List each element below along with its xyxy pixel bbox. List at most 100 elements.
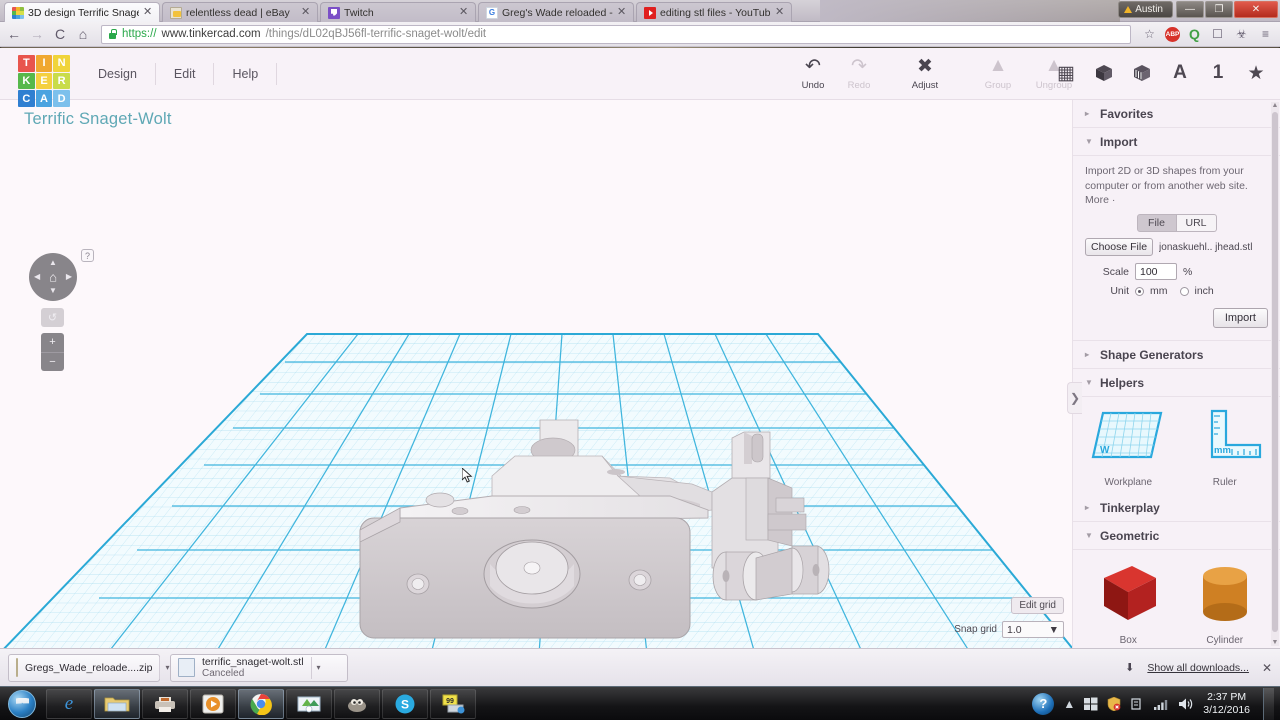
scribble-icon[interactable] xyxy=(1130,60,1154,86)
nav-left-arrow-icon[interactable]: ◀ xyxy=(34,273,40,281)
help-tray-icon[interactable]: ? xyxy=(1032,692,1055,715)
menu-help[interactable]: Help xyxy=(214,63,278,85)
tinkercad-logo[interactable]: T I N K E R C A D xyxy=(18,55,70,107)
tab-close-icon[interactable]: ✕ xyxy=(301,7,311,18)
unit-mm-radio[interactable] xyxy=(1135,286,1144,296)
browser-tab-4[interactable]: editing stl files - YouTube ✕ xyxy=(636,2,792,22)
show-all-downloads-link[interactable]: Show all downloads... xyxy=(1147,662,1249,674)
sidebar-scrollbar[interactable]: ▲ ▼ xyxy=(1271,102,1279,646)
text-a-icon[interactable]: A xyxy=(1168,60,1192,86)
home-icon[interactable]: ⌂ xyxy=(75,27,91,41)
taskbar-skype[interactable]: S xyxy=(382,688,428,719)
windows-flag-icon[interactable] xyxy=(1084,697,1098,711)
number-one-icon[interactable]: 1 xyxy=(1206,60,1230,86)
zoom-out-button[interactable]: − xyxy=(41,353,64,372)
taskbar-gimp[interactable] xyxy=(334,688,380,719)
scrollbar-thumb[interactable] xyxy=(1272,112,1278,632)
show-desktop-button[interactable] xyxy=(1263,687,1274,720)
favorite-star-icon[interactable]: ★ xyxy=(1244,60,1268,86)
sidebar-section-favorites[interactable]: ▸ Favorites xyxy=(1073,100,1280,128)
action-center-icon[interactable] xyxy=(1130,697,1144,711)
adjust-button[interactable]: ✖ Adjust xyxy=(902,54,948,92)
tab-close-icon[interactable]: ✕ xyxy=(143,7,153,18)
sidebar-section-tinkerplay[interactable]: ▸ Tinkerplay xyxy=(1073,494,1280,522)
adblock-icon[interactable]: ABP xyxy=(1165,26,1180,42)
tab-close-icon[interactable]: ✕ xyxy=(459,7,469,18)
panel-collapse-chevron-icon[interactable]: ❯ xyxy=(1067,382,1082,414)
group-button[interactable]: ▲ Group xyxy=(970,54,1026,91)
helper-item-workplane[interactable]: W Workplane xyxy=(1083,407,1174,488)
browser-tab-0[interactable]: 3D design Terrific Snaget- ✕ xyxy=(4,2,160,22)
home-view-icon[interactable]: ⌂ xyxy=(49,271,57,284)
grid-view-icon[interactable]: ▦ xyxy=(1054,60,1078,86)
close-download-shelf-icon[interactable]: ✕ xyxy=(1262,661,1272,675)
security-alert-icon[interactable] xyxy=(1107,696,1121,711)
taskbar-internet-explorer[interactable]: e xyxy=(46,688,92,719)
scale-input[interactable]: 100 xyxy=(1135,263,1177,280)
shape-item-box[interactable]: Box xyxy=(1083,560,1174,646)
nav-down-arrow-icon[interactable]: ▼ xyxy=(49,287,57,295)
browser-tab-2[interactable]: Twitch ✕ xyxy=(320,2,476,22)
help-question-icon[interactable]: ? xyxy=(81,249,94,262)
sidebar-section-helpers[interactable]: ▼ Helpers xyxy=(1073,369,1280,397)
tab-close-icon[interactable]: ✕ xyxy=(775,7,785,18)
import-tab-url[interactable]: URL xyxy=(1176,214,1217,232)
taskbar-media-player[interactable] xyxy=(190,688,236,719)
screencast-icon[interactable]: ☐ xyxy=(1209,26,1226,43)
menu-edit[interactable]: Edit xyxy=(156,63,215,85)
3d-model-extruder-mount[interactable] xyxy=(340,418,860,648)
undo-button[interactable]: ↶ Undo xyxy=(790,54,836,92)
q-extension-icon[interactable]: Q xyxy=(1187,26,1202,42)
chrome-menu-icon[interactable]: ≡ xyxy=(1257,26,1274,43)
taskbar-printer[interactable] xyxy=(142,688,188,719)
taskbar-hp-utility[interactable] xyxy=(286,688,332,719)
download-item-1[interactable]: terrific_snaget-wolt.stl Canceled ▾ xyxy=(170,653,348,682)
taskbar-notes-app[interactable]: 99 xyxy=(430,688,476,719)
solid-cube-icon[interactable] xyxy=(1092,60,1116,86)
browser-tab-3[interactable]: Greg's Wade reloaded - G ✕ xyxy=(478,2,634,22)
forward-icon[interactable]: → xyxy=(29,27,45,41)
address-bar[interactable]: https:// www.tinkercad.com/things/dL02qBJ… xyxy=(101,24,1131,44)
sidebar-section-geometric[interactable]: ▼ Geometric xyxy=(1073,522,1280,550)
fit-view-button[interactable]: ↺ xyxy=(41,308,64,327)
view-navigation-pad[interactable]: ▲ ▼ ◀ ▶ ⌂ xyxy=(29,253,77,301)
edit-grid-button[interactable]: Edit grid xyxy=(1011,597,1064,614)
scroll-up-arrow-icon[interactable]: ▲ xyxy=(1271,102,1279,109)
reload-icon[interactable]: C xyxy=(52,27,68,41)
redo-button[interactable]: ↷ Redo xyxy=(836,54,882,92)
start-button[interactable] xyxy=(0,688,44,720)
download-item-0[interactable]: Gregs_Wade_reloade....zip ▾ xyxy=(8,653,169,682)
3d-viewport[interactable]: ▲ ▼ ◀ ▶ ⌂ ? ↺ + − Edit grid Snap grid 1.… xyxy=(0,100,1072,648)
helper-item-ruler[interactable]: mm Ruler xyxy=(1180,407,1271,488)
download-menu-caret-icon[interactable]: ▾ xyxy=(310,656,321,679)
taskbar-file-explorer[interactable] xyxy=(94,688,140,719)
minimize-button[interactable]: — xyxy=(1176,1,1204,18)
sidebar-section-import[interactable]: ▼ Import xyxy=(1073,128,1280,156)
maximize-button[interactable]: ❐ xyxy=(1205,1,1233,18)
taskbar-clock[interactable]: 2:37 PM 3/12/2016 xyxy=(1203,691,1250,717)
bookmark-star-icon[interactable]: ☆ xyxy=(1141,26,1158,43)
tab-close-icon[interactable]: ✕ xyxy=(617,7,627,18)
volume-icon[interactable] xyxy=(1178,697,1194,711)
browser-tab-1[interactable]: relentless dead | eBay ✕ xyxy=(162,2,318,22)
import-tab-file[interactable]: File xyxy=(1136,214,1177,232)
choose-file-button[interactable]: Choose File xyxy=(1085,238,1154,256)
taskbar-chrome[interactable] xyxy=(238,688,284,719)
sidebar-section-shape-generators[interactable]: ▸ Shape Generators xyxy=(1073,341,1280,369)
user-account-button[interactable]: Austin xyxy=(1118,1,1173,18)
show-hidden-icons-arrow[interactable]: ▲ xyxy=(1063,697,1075,711)
import-more-link[interactable]: More · xyxy=(1085,194,1268,206)
menu-design[interactable]: Design xyxy=(80,63,156,85)
shape-item-cylinder[interactable]: Cylinder xyxy=(1180,560,1271,646)
unit-inch-radio[interactable] xyxy=(1179,286,1189,296)
zoom-in-button[interactable]: + xyxy=(41,333,64,353)
snap-grid-select[interactable]: 1.0 ▼ xyxy=(1002,621,1064,638)
import-button[interactable]: Import xyxy=(1212,308,1268,328)
network-icon[interactable] xyxy=(1153,697,1169,711)
nav-right-arrow-icon[interactable]: ▶ xyxy=(66,273,72,281)
ghost-extension-icon[interactable]: ☣ xyxy=(1233,26,1250,43)
close-button[interactable]: ✕ xyxy=(1234,1,1278,18)
nav-up-arrow-icon[interactable]: ▲ xyxy=(49,259,57,267)
back-icon[interactable]: ← xyxy=(6,27,22,41)
download-menu-caret-icon[interactable]: ▾ xyxy=(159,656,169,679)
